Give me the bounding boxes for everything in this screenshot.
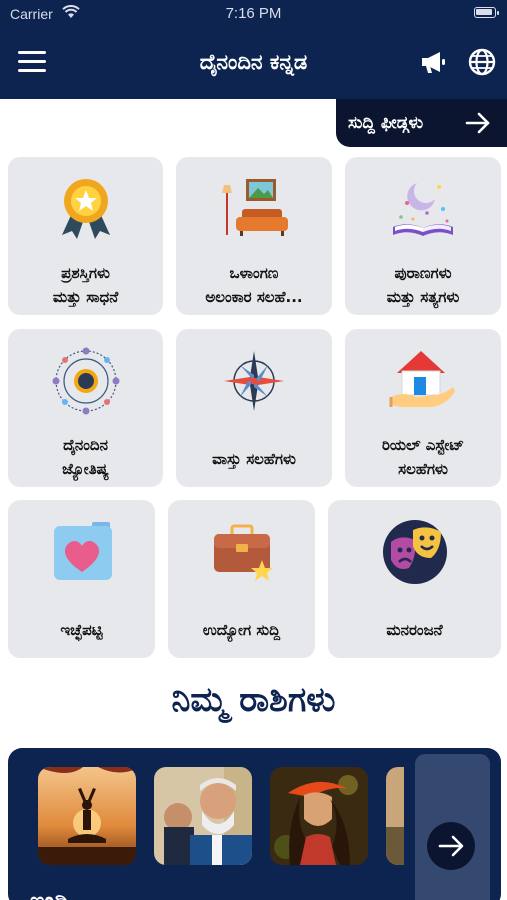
briefcase-star-icon: [213, 524, 273, 581]
tile-label: ಇಚ್ಛೆಪಟ್ಟಿ: [60, 621, 103, 639]
news-feeds-label: ಸುದ್ದಿ ಫೀಡ್ಗಳು: [348, 113, 424, 133]
arrow-right-circle-icon[interactable]: [427, 822, 475, 870]
heart-folder-icon: [53, 522, 112, 580]
status-bar: Carrier 7:16 PM: [0, 0, 507, 28]
globe-icon[interactable]: [467, 47, 497, 77]
tile-awards[interactable]: ಪ್ರಶಸ್ತಿಗಳು ಮತ್ತು ಸಾಧನೆ: [8, 157, 163, 315]
tile-job-news[interactable]: ಉದ್ಯೋಗ ಸುದ್ದಿ: [168, 500, 315, 658]
news-feeds-button[interactable]: ಸುದ್ದಿ ಫೀಡ್ಗಳು: [336, 99, 507, 147]
award-medal-icon: [61, 179, 110, 239]
hamburger-menu-icon[interactable]: [18, 51, 46, 73]
tile-label: ಪ್ರಶಸ್ತಿಗಳು ಮತ್ತು ಸಾಧನೆ: [52, 264, 119, 306]
battery-icon: [474, 7, 499, 18]
tile-wishlist[interactable]: ಇಚ್ಛೆಪಟ್ಟಿ: [8, 500, 155, 658]
partial-photo[interactable]: [386, 767, 404, 865]
tile-label: ರಿಯಲ್ ಎಸ್ಟೇಟ್ ಸಲಹೆಗಳು: [381, 436, 465, 478]
yoga-sunset-photo[interactable]: [38, 767, 136, 865]
astrology-sun-icon: [52, 347, 119, 415]
tile-myths-facts[interactable]: ಪುರಾಣಗಳು ಮತ್ತು ಸತ್ಯಗಳು: [345, 157, 501, 315]
tile-label: ಒಳಾಂಗಣ ಅಲಂಕಾರ ಸಲಹೆ...: [205, 264, 303, 306]
tile-label: ಉದ್ಯೋಗ ಸುದ್ದಿ: [202, 621, 281, 639]
tile-vastu-tips[interactable]: ವಾಸ್ತು ಸಲಹೆಗಳು: [176, 329, 332, 487]
megaphone-icon[interactable]: [418, 47, 448, 77]
politician-photo[interactable]: [154, 767, 252, 865]
woman-portrait-photo[interactable]: [270, 767, 368, 865]
tile-label: ಪುರಾಣಗಳು ಮತ್ತು ಸತ್ಯಗಳು: [386, 264, 460, 306]
tile-daily-astrology[interactable]: ದೈನಂದಿನ ಜ್ಯೋತಿಷ್ಯ: [8, 329, 163, 487]
sofa-lamp-icon: [222, 179, 288, 236]
rashi-panel-text: ಇಂದಿ: [30, 889, 68, 900]
tile-real-estate-tips[interactable]: ರಿಯಲ್ ಎಸ್ಟೇಟ್ ಸಲಹೆಗಳು: [345, 329, 501, 487]
rashi-carousel: ಇಂದಿ: [8, 748, 501, 900]
tile-label: ದೈನಂದಿನ ಜ್ಯೋತಿಷ್ಯ: [62, 436, 109, 478]
tile-label: ವಾಸ್ತು ಸಲಹೆಗಳು: [212, 450, 296, 468]
page-title: ದೈನಂದಿನ ಕನ್ನಡ: [199, 50, 308, 74]
tile-interior-decor[interactable]: ಒಳಾಂಗಣ ಅಲಂಕಾರ ಸಲಹೆ...: [176, 157, 332, 315]
arrow-right-icon: [465, 112, 490, 134]
house-hand-icon: [389, 351, 455, 407]
tile-label: ಮನರಂಜನೆ: [386, 621, 443, 639]
magic-book-icon: [393, 183, 453, 236]
theater-masks-icon: [382, 520, 447, 584]
tile-entertainment[interactable]: ಮನರಂಜನೆ: [328, 500, 501, 658]
compass-rose-icon: [224, 351, 284, 411]
clock: 7:16 PM: [225, 5, 282, 22]
rashi-section-title: ನಿಮ್ಮ ರಾಶಿಗಳು: [171, 680, 336, 720]
app-header: Carrier 7:16 PM ದೈನಂದಿನ ಕನ್ನಡ: [0, 0, 507, 99]
